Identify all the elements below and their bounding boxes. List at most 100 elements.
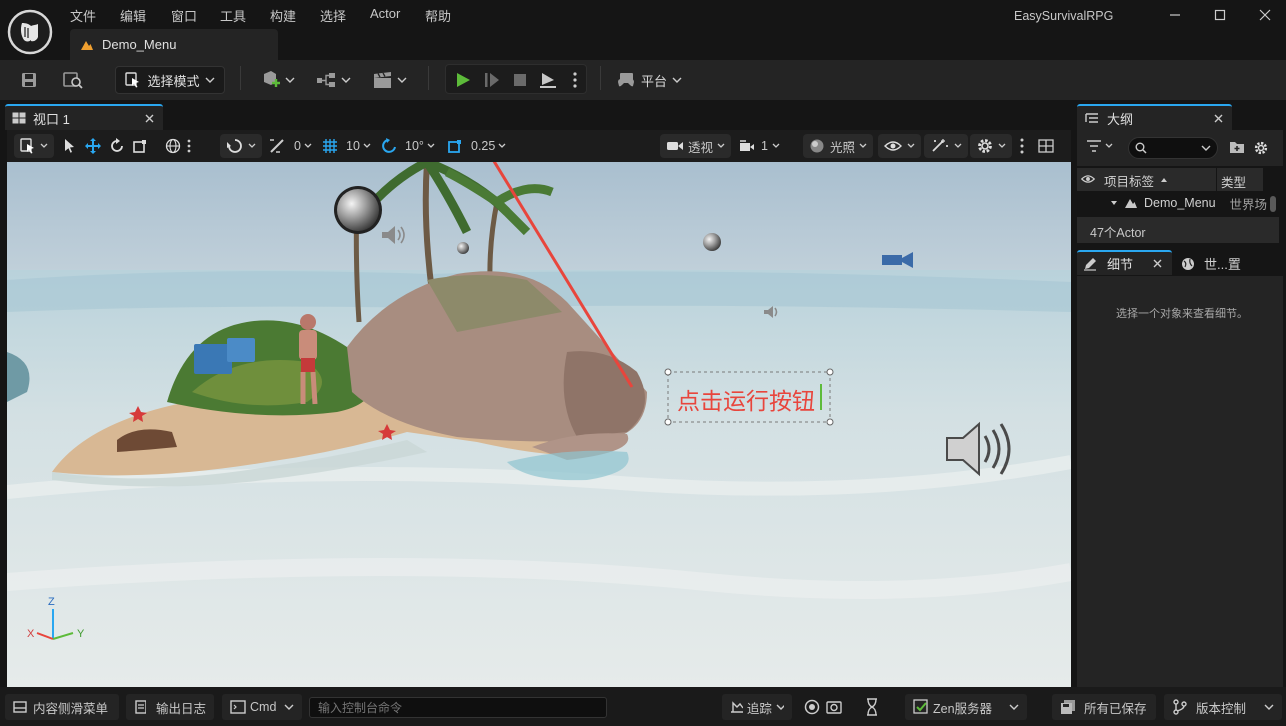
console-command-input[interactable] (309, 697, 607, 718)
minimize-button[interactable] (1160, 4, 1190, 26)
select-mode-label: 选择模式 (147, 73, 200, 89)
lighting-label: 光照 (830, 140, 856, 155)
record-icon[interactable] (804, 699, 820, 715)
save-icon[interactable] (15, 66, 43, 94)
outliner-scrollbar[interactable] (1270, 196, 1276, 212)
search-icon (1135, 142, 1147, 154)
content-drawer-button[interactable]: 内容侧滑菜单 (5, 694, 119, 720)
axis-z-label: Z (48, 596, 55, 608)
level-viewport[interactable]: 点击运行按钮 Z X Y (7, 162, 1071, 687)
perspective-label: 透视 (688, 140, 714, 155)
menu-actor[interactable]: Actor (370, 6, 400, 24)
document-tab-label: Demo_Menu (102, 37, 177, 52)
document-tab[interactable]: Demo_Menu (70, 29, 278, 60)
outliner-row[interactable]: Demo_Menu 世界场 (1077, 193, 1267, 213)
platform-dropdown[interactable]: 平台 (612, 66, 686, 94)
angle-snap-toggle[interactable]: 10° (381, 134, 435, 158)
rotate-tool-icon[interactable] (108, 134, 126, 158)
blueprint-button[interactable] (312, 66, 354, 94)
maximize-button[interactable] (1205, 4, 1235, 26)
menu-edit[interactable]: 编辑 (120, 6, 146, 24)
lighting-dropdown[interactable]: 光照 (803, 134, 874, 158)
content-drawer-icon (13, 701, 27, 713)
zen-server-icon (913, 699, 928, 714)
window-title: EasySurvivalRPG (1014, 9, 1114, 23)
select-tool-icon[interactable] (62, 134, 76, 158)
outliner-search-input[interactable] (1128, 137, 1218, 159)
more-options-icon[interactable] (565, 66, 585, 94)
surface-snap-button[interactable] (220, 134, 262, 158)
browse-icon[interactable] (58, 66, 88, 94)
translate-tool-icon[interactable] (84, 134, 102, 158)
scalability-dropdown[interactable] (924, 134, 968, 158)
axis-x-label: X (27, 628, 35, 640)
play-button[interactable] (450, 66, 476, 94)
scale-tool-icon[interactable] (132, 134, 148, 158)
details-tab[interactable]: 细节 (1077, 250, 1172, 275)
column-label-header[interactable]: 项目标签 (1104, 171, 1168, 189)
world-settings-tab-label: 世...置 (1204, 257, 1241, 272)
menu-select[interactable]: 选择 (320, 6, 346, 24)
close-icon[interactable] (145, 114, 154, 123)
grid-snap-toggle[interactable]: 10 (322, 134, 371, 158)
viewport-layout-icon[interactable] (1038, 134, 1054, 158)
gamepad-icon (616, 72, 636, 88)
add-actor-button[interactable] (256, 66, 298, 94)
close-window-button[interactable] (1250, 4, 1280, 26)
save-all-button[interactable]: 所有已保存 (1052, 694, 1156, 720)
viewport-more-icon[interactable] (1020, 134, 1024, 158)
stop-icon[interactable] (507, 66, 533, 94)
filter-dropdown[interactable] (1086, 139, 1113, 153)
camera-speed-dropdown[interactable]: 1 (738, 134, 780, 158)
source-control-icon (1173, 699, 1187, 715)
cursor-mode-icon (125, 72, 141, 88)
gear-icon[interactable] (1253, 140, 1269, 156)
save-all-label: 所有已保存 (1084, 701, 1147, 716)
skip-frame-icon[interactable] (479, 66, 505, 94)
zen-server-dropdown[interactable]: Zen服务器 (905, 694, 1027, 720)
unreal-logo-icon[interactable] (7, 9, 53, 55)
annotation-text: 点击运行按钮 (677, 389, 815, 415)
menu-build[interactable]: 构建 (270, 6, 296, 24)
outliner-tab[interactable]: 大纲 (1077, 104, 1232, 130)
column-type-header[interactable]: 类型 (1221, 172, 1246, 191)
eject-icon[interactable] (535, 66, 561, 94)
screenshot-icon[interactable] (826, 699, 842, 715)
details-tab-label: 细节 (1107, 257, 1134, 272)
trace-label: 追踪 (746, 701, 772, 716)
menu-tools[interactable]: 工具 (220, 6, 246, 24)
scale-snap-toggle[interactable]: 0.25 (447, 134, 506, 158)
close-icon[interactable] (1153, 259, 1162, 268)
rotation-snap-toggle[interactable]: 0 (268, 134, 312, 158)
add-folder-icon[interactable] (1229, 140, 1245, 154)
outliner-item-name: Demo_Menu (1144, 196, 1216, 210)
viewport-tab[interactable]: 视口 1 (5, 104, 163, 130)
scale-snap-value: 0.25 (471, 139, 496, 153)
menu-help[interactable]: 帮助 (425, 6, 451, 24)
source-control-dropdown[interactable]: 版本控制 (1164, 694, 1282, 720)
axis-gizmo: Z X Y (25, 596, 95, 649)
trace-dropdown[interactable]: 追踪 (722, 694, 792, 720)
content-drawer-label: 内容侧滑菜单 (33, 701, 109, 716)
output-log-button[interactable]: 输出日志 (126, 694, 214, 720)
settings-dropdown[interactable] (970, 134, 1012, 158)
world-space-icon[interactable] (165, 134, 191, 158)
show-flags-dropdown[interactable] (878, 134, 921, 158)
world-settings-tab[interactable]: 世...置 (1176, 252, 1278, 275)
menu-window[interactable]: 窗口 (171, 6, 197, 24)
select-mode-dropdown[interactable]: 选择模式 (115, 66, 225, 94)
cmd-label: Cmd (250, 700, 277, 714)
hourglass-icon[interactable] (865, 698, 879, 716)
viewport-options-button[interactable] (14, 134, 54, 158)
sort-ascending-icon (1161, 178, 1168, 182)
zen-server-label: Zen服务器 (933, 701, 993, 716)
output-log-label: 输出日志 (155, 701, 206, 716)
visibility-icon[interactable] (1081, 174, 1095, 184)
source-control-label: 版本控制 (1196, 701, 1247, 716)
cinematics-button[interactable] (368, 66, 410, 94)
viewport-icon (12, 112, 26, 124)
close-icon[interactable] (1214, 114, 1223, 123)
menu-file[interactable]: 文件 (70, 6, 96, 24)
cmd-dropdown[interactable]: Cmd (222, 694, 302, 720)
perspective-dropdown[interactable]: 透视 (660, 134, 732, 158)
